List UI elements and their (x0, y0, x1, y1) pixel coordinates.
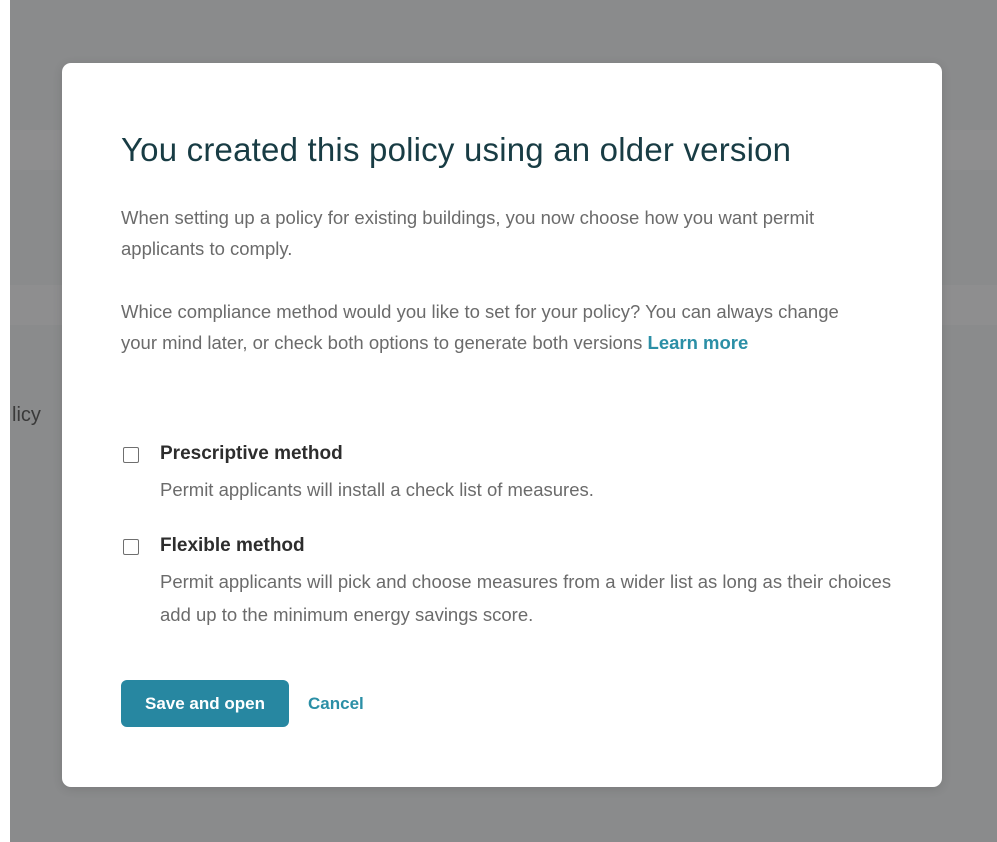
flexible-checkbox[interactable] (123, 539, 139, 555)
flexible-label[interactable]: Flexible method (160, 535, 305, 557)
policy-version-dialog: You created this policy using an older v… (62, 63, 942, 787)
prescriptive-description: Permit applicants will install a check l… (160, 479, 594, 500)
flexible-description: Permit applicants will pick and choose m… (160, 571, 892, 625)
cancel-button[interactable]: Cancel (308, 680, 364, 727)
dialog-intro-text: When setting up a policy for existing bu… (121, 207, 815, 259)
dialog-title: You created this policy using an older v… (121, 131, 792, 168)
screen: licy You created this policy using an ol… (0, 0, 997, 842)
learn-more-link[interactable]: Learn more (648, 332, 749, 353)
prescriptive-label[interactable]: Prescriptive method (160, 443, 343, 465)
prescriptive-checkbox[interactable] (123, 447, 139, 463)
background-page-label: licy (12, 404, 41, 426)
dialog-question-text: Whice compliance method would you like t… (121, 296, 866, 358)
save-and-open-button[interactable]: Save and open (121, 680, 289, 727)
